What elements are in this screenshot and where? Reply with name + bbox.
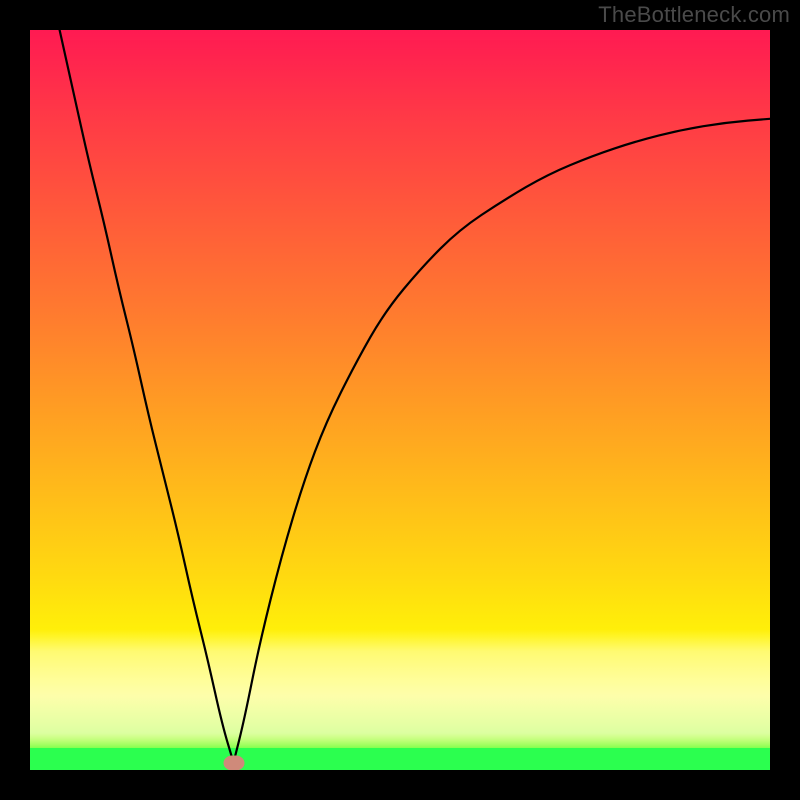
bottleneck-curve bbox=[30, 30, 770, 770]
curve-path bbox=[60, 30, 770, 763]
attribution-label: TheBottleneck.com bbox=[598, 2, 790, 28]
chart-container: TheBottleneck.com bbox=[0, 0, 800, 800]
minimum-marker bbox=[223, 755, 244, 770]
plot-area bbox=[30, 30, 770, 770]
